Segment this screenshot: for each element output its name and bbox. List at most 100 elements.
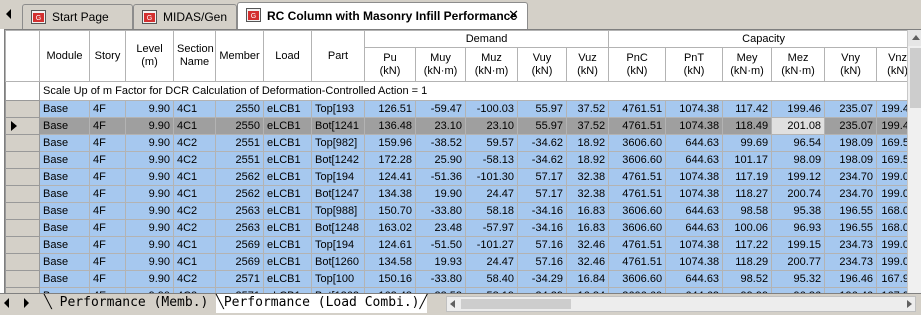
cell-pu[interactable]: 134.58 <box>364 253 416 271</box>
cell-mez[interactable]: 200.77 <box>771 253 826 271</box>
cell-vuz[interactable]: 16.83 <box>565 202 610 220</box>
cell-muz[interactable]: -100.03 <box>465 100 518 118</box>
cell-part[interactable]: Top[194 <box>311 236 365 254</box>
cell-level[interactable]: 9.90 <box>125 168 174 186</box>
cell-level[interactable]: 9.90 <box>125 270 174 288</box>
col-header-story[interactable]: Story <box>89 30 126 82</box>
cell-mez[interactable]: 95.38 <box>771 202 826 220</box>
cell-mez[interactable]: 199.12 <box>771 168 826 186</box>
cell-mez[interactable]: 96.54 <box>771 134 826 152</box>
cell-pnc[interactable]: 4761.51 <box>608 236 667 254</box>
cell-mey[interactable]: 118.49 <box>722 117 773 135</box>
cell-vuz[interactable]: 16.83 <box>565 219 610 237</box>
cell-vuy[interactable]: -34.16 <box>517 202 567 220</box>
cell-part[interactable]: Top[193 <box>311 100 365 118</box>
col-header-pnc[interactable]: PnC (kN) <box>608 47 667 82</box>
row-header[interactable] <box>5 270 40 288</box>
cell-muy[interactable]: 19.90 <box>415 185 466 203</box>
cell-module[interactable]: Base <box>39 100 90 118</box>
cell-mey[interactable]: 117.22 <box>722 236 773 254</box>
col-header-module[interactable]: Module <box>39 30 90 82</box>
cell-vuy[interactable]: 57.17 <box>517 185 567 203</box>
cell-module[interactable]: Base <box>39 134 90 152</box>
cell-mey[interactable]: 101.17 <box>722 151 773 169</box>
cell-vny[interactable]: 196.55 <box>824 202 878 220</box>
cell-story[interactable]: 4F <box>89 270 126 288</box>
table-row[interactable]: Base 4F 9.90 4C1 2550 eLCB1 Bot[1241 136.48 23.1… <box>5 117 920 135</box>
cell-mez[interactable]: 96.93 <box>771 219 826 237</box>
cell-member[interactable]: 2551 <box>215 134 264 152</box>
cell-story[interactable]: 4F <box>89 185 126 203</box>
cell-vuy[interactable]: 57.16 <box>517 236 567 254</box>
cell-level[interactable]: 9.90 <box>125 117 174 135</box>
cell-module[interactable]: Base <box>39 151 90 169</box>
cell-pnc[interactable]: 3606.60 <box>608 202 667 220</box>
cell-section[interactable]: 4C2 <box>173 151 216 169</box>
cell-member[interactable]: 2569 <box>215 253 264 271</box>
cell-part[interactable]: Top[100 <box>311 270 365 288</box>
cell-pu[interactable]: 124.61 <box>364 236 416 254</box>
cell-vuz[interactable]: 18.92 <box>565 151 610 169</box>
cell-mez[interactable]: 95.32 <box>771 270 826 288</box>
cell-pu[interactable]: 150.70 <box>364 202 416 220</box>
cell-muz[interactable]: 59.57 <box>465 134 518 152</box>
cell-pnt[interactable]: 644.63 <box>665 134 724 152</box>
col-header-vuz[interactable]: Vuz (kN) <box>565 47 610 82</box>
cell-mez[interactable]: 199.15 <box>771 236 826 254</box>
cell-part[interactable]: Bot[1247 <box>311 185 365 203</box>
cell-vuz[interactable]: 32.46 <box>565 236 610 254</box>
table-row[interactable]: Base 4F 9.90 4C2 2551 eLCB1 Bot[1242 172.28 25.9… <box>5 151 920 169</box>
cell-story[interactable]: 4F <box>89 151 126 169</box>
cell-part[interactable]: Top[194 <box>311 168 365 186</box>
cell-member[interactable]: 2563 <box>215 202 264 220</box>
cell-vny[interactable]: 234.73 <box>824 236 878 254</box>
cell-level[interactable]: 9.90 <box>125 134 174 152</box>
cell-vuz[interactable]: 32.46 <box>565 253 610 271</box>
cell-load[interactable]: eLCB1 <box>263 219 312 237</box>
col-header-section-name[interactable]: Section Name <box>173 30 216 82</box>
cell-story[interactable]: 4F <box>89 100 126 118</box>
cell-pnt[interactable]: 1074.38 <box>665 117 724 135</box>
cell-module[interactable]: Base <box>39 117 90 135</box>
col-header-pnt[interactable]: PnT (kN) <box>665 47 724 82</box>
cell-part[interactable]: Bot[1241 <box>311 117 365 135</box>
cell-muz[interactable]: 24.47 <box>465 185 518 203</box>
cell-vuy[interactable]: -34.62 <box>517 134 567 152</box>
cell-muz[interactable]: 24.47 <box>465 253 518 271</box>
cell-module[interactable]: Base <box>39 253 90 271</box>
col-header-muz[interactable]: Muz (kN·m) <box>465 47 518 82</box>
row-header[interactable] <box>5 100 40 118</box>
cell-vny[interactable]: 235.07 <box>824 100 878 118</box>
sheet-tab-performance-load-combi[interactable]: ╲Performance (Load Combi.)╱ <box>216 294 428 313</box>
cell-vuy[interactable]: 57.17 <box>517 168 567 186</box>
col-header-vny[interactable]: Vny (kN) <box>824 47 878 82</box>
cell-member[interactable]: 2551 <box>215 151 264 169</box>
cell-pu[interactable]: 124.41 <box>364 168 416 186</box>
cell-pnc[interactable]: 4761.51 <box>608 185 667 203</box>
cell-pnt[interactable]: 644.63 <box>665 151 724 169</box>
cell-mey[interactable]: 118.27 <box>722 185 773 203</box>
cell-member[interactable]: 2562 <box>215 168 264 186</box>
cell-mez[interactable]: 201.08 <box>771 117 826 135</box>
scroll-thumb[interactable] <box>461 299 571 309</box>
cell-vuz[interactable]: 32.38 <box>565 185 610 203</box>
scroll-up-icon[interactable] <box>908 30 921 46</box>
cell-muz[interactable]: -58.13 <box>465 151 518 169</box>
table-row[interactable]: Base 4F 9.90 4C1 2562 eLCB1 Bot[1247 134.38 19.9… <box>5 185 920 203</box>
cell-level[interactable]: 9.90 <box>125 253 174 271</box>
cell-mez[interactable]: 199.46 <box>771 100 826 118</box>
cell-vuy[interactable]: 55.97 <box>517 100 567 118</box>
cell-load[interactable]: eLCB1 <box>263 253 312 271</box>
cell-module[interactable]: Base <box>39 185 90 203</box>
cell-pnc[interactable]: 3606.60 <box>608 219 667 237</box>
cell-pu[interactable]: 150.16 <box>364 270 416 288</box>
cell-level[interactable]: 9.90 <box>125 151 174 169</box>
cell-muy[interactable]: -33.80 <box>415 202 466 220</box>
cell-vuy[interactable]: 57.16 <box>517 253 567 271</box>
cell-story[interactable]: 4F <box>89 117 126 135</box>
cell-pnt[interactable]: 644.63 <box>665 219 724 237</box>
cell-vuz[interactable]: 18.92 <box>565 134 610 152</box>
table-row[interactable]: Base 4F 9.90 4C2 2563 eLCB1 Top[988] 150.70 -33.… <box>5 202 920 220</box>
cell-story[interactable]: 4F <box>89 168 126 186</box>
cell-vny[interactable]: 196.46 <box>824 270 878 288</box>
